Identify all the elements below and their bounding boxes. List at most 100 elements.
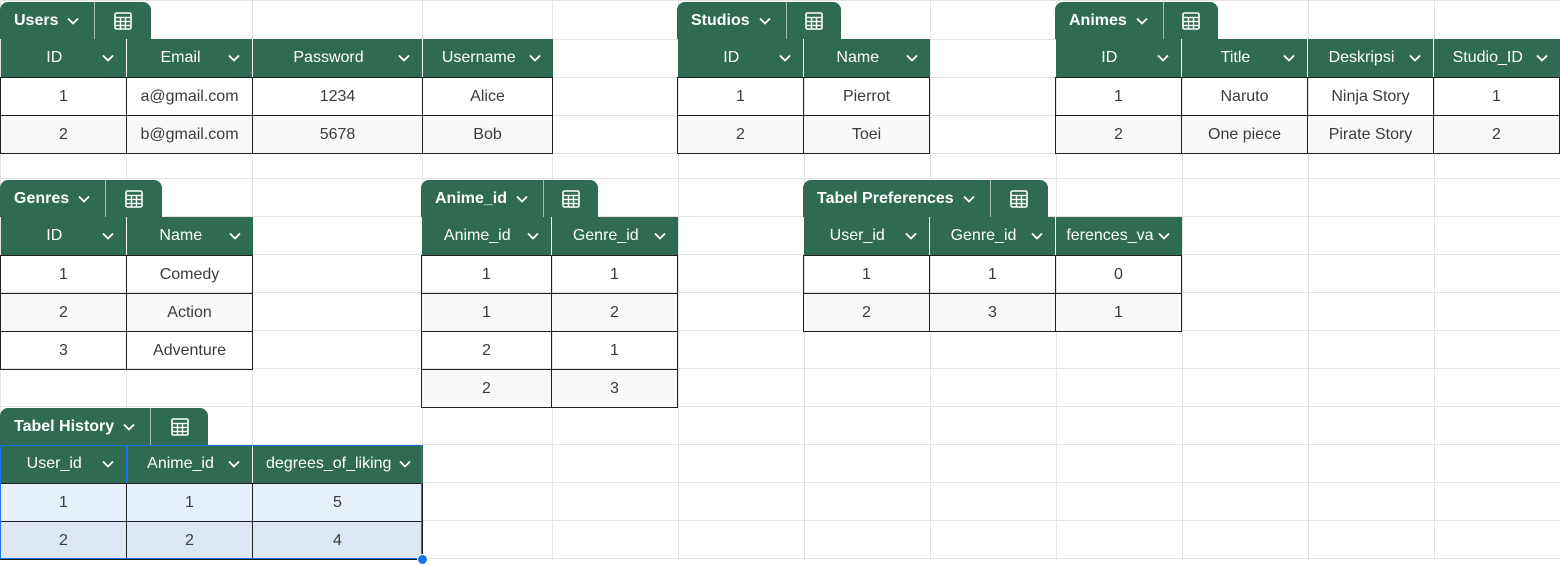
column-header[interactable]: Deskripsi — [1307, 39, 1434, 78]
table-cell[interactable]: Bob — [422, 115, 553, 154]
table-name[interactable]: Tabel History — [0, 418, 114, 436]
column-header[interactable]: Genre_id — [551, 217, 678, 256]
table-cell[interactable]: 5 — [252, 483, 423, 522]
table-cell[interactable]: 2 — [1433, 115, 1560, 154]
table-name[interactable]: Genres — [0, 190, 69, 208]
table-icon[interactable] — [151, 408, 208, 445]
chevron-down-icon[interactable] — [98, 54, 118, 62]
table-cell[interactable]: 3 — [551, 369, 678, 408]
chevron-down-icon[interactable] — [116, 408, 142, 445]
column-header[interactable]: ID — [0, 39, 127, 78]
chevron-down-icon[interactable] — [98, 232, 118, 240]
table-tab-genres[interactable]: Genres — [0, 180, 162, 217]
chevron-down-icon[interactable] — [775, 54, 795, 62]
table-cell[interactable]: Pierrot — [803, 77, 930, 116]
table-cell[interactable]: Adventure — [126, 331, 253, 370]
column-header[interactable]: Genre_id — [929, 217, 1056, 256]
column-header[interactable]: Email — [126, 39, 253, 78]
table-cell[interactable]: 1 — [0, 483, 127, 522]
table-cell[interactable]: Alice — [422, 77, 553, 116]
table-cell[interactable]: 1 — [551, 255, 678, 294]
column-header[interactable]: Anime_id — [126, 445, 253, 484]
chevron-down-icon[interactable] — [1405, 54, 1425, 62]
chevron-down-icon[interactable] — [956, 180, 982, 217]
table-cell[interactable]: 5678 — [252, 115, 423, 154]
chevron-down-icon[interactable] — [224, 54, 244, 62]
fill-handle[interactable] — [417, 554, 428, 565]
table-icon[interactable] — [991, 180, 1048, 217]
chevron-down-icon[interactable] — [1532, 54, 1552, 62]
table-icon[interactable] — [544, 180, 598, 217]
chevron-down-icon[interactable] — [225, 232, 245, 240]
table-cell[interactable]: 2 — [1055, 115, 1182, 154]
table-name[interactable]: Anime_id — [421, 190, 507, 208]
table-tab-studios[interactable]: Studios — [677, 2, 841, 39]
column-header[interactable]: eferences_va — [1055, 217, 1182, 256]
table-cell[interactable]: 2 — [126, 521, 253, 560]
table-cell[interactable]: Pirate Story — [1307, 115, 1434, 154]
table-cell[interactable]: 1 — [1433, 77, 1560, 116]
chevron-down-icon[interactable] — [1129, 2, 1155, 39]
table-tab-anime_id[interactable]: Anime_id — [421, 180, 598, 217]
column-header[interactable]: ID — [1055, 39, 1182, 78]
table-cell[interactable]: 2 — [421, 331, 552, 370]
table-cell[interactable]: 1 — [551, 331, 678, 370]
column-header[interactable]: Username — [422, 39, 553, 78]
table-tab-history[interactable]: Tabel History — [0, 408, 208, 445]
table-cell[interactable]: 1 — [126, 483, 253, 522]
column-header[interactable]: degrees_of_liking — [252, 445, 423, 484]
table-tab-users[interactable]: Users — [0, 2, 151, 39]
column-header[interactable]: User_id — [0, 445, 127, 484]
chevron-down-icon[interactable] — [1027, 232, 1047, 240]
table-cell[interactable]: 3 — [929, 293, 1056, 332]
column-header[interactable]: ID — [677, 39, 804, 78]
table-cell[interactable]: 2 — [677, 115, 804, 154]
chevron-down-icon[interactable] — [60, 2, 86, 39]
chevron-down-icon[interactable] — [394, 54, 414, 62]
table-tab-animes[interactable]: Animes — [1055, 2, 1218, 39]
table-tab-preferences[interactable]: Tabel Preferences — [803, 180, 1048, 217]
table-cell[interactable]: Ninja Story — [1307, 77, 1434, 116]
table-cell[interactable]: Toei — [803, 115, 930, 154]
table-name[interactable]: Studios — [677, 12, 750, 30]
table-cell[interactable]: 2 — [0, 293, 127, 332]
table-icon[interactable] — [787, 2, 841, 39]
table-cell[interactable]: 1 — [421, 255, 552, 294]
table-name[interactable]: Animes — [1055, 12, 1127, 30]
chevron-down-icon[interactable] — [525, 54, 545, 62]
table-cell[interactable]: 2 — [803, 293, 930, 332]
column-header[interactable]: Studio_ID — [1433, 39, 1560, 78]
chevron-down-icon[interactable] — [752, 2, 778, 39]
column-header[interactable]: Title — [1181, 39, 1308, 78]
table-icon[interactable] — [1164, 2, 1218, 39]
table-cell[interactable]: Naruto — [1181, 77, 1308, 116]
chevron-down-icon[interactable] — [523, 232, 543, 240]
chevron-down-icon[interactable] — [224, 460, 244, 468]
chevron-down-icon[interactable] — [1153, 54, 1173, 62]
table-cell[interactable]: 0 — [1055, 255, 1182, 294]
chevron-down-icon[interactable] — [98, 460, 118, 468]
table-cell[interactable]: 1 — [1055, 77, 1182, 116]
chevron-down-icon[interactable] — [1279, 54, 1299, 62]
chevron-down-icon[interactable] — [71, 180, 97, 217]
table-cell[interactable]: 1 — [677, 77, 804, 116]
table-cell[interactable]: 1 — [421, 293, 552, 332]
table-cell[interactable]: 1 — [0, 255, 127, 294]
table-cell[interactable]: One piece — [1181, 115, 1308, 154]
chevron-down-icon[interactable] — [902, 54, 922, 62]
table-cell[interactable]: Comedy — [126, 255, 253, 294]
column-header[interactable]: User_id — [803, 217, 930, 256]
table-cell[interactable]: 2 — [421, 369, 552, 408]
table-cell[interactable]: 1 — [1055, 293, 1182, 332]
table-icon[interactable] — [106, 180, 162, 217]
table-cell[interactable]: 2 — [551, 293, 678, 332]
table-cell[interactable]: 1234 — [252, 77, 423, 116]
column-header[interactable]: Password — [252, 39, 423, 78]
chevron-down-icon[interactable] — [395, 460, 415, 468]
column-header[interactable]: ID — [0, 217, 127, 256]
chevron-down-icon[interactable] — [650, 232, 670, 240]
table-cell[interactable]: 1 — [929, 255, 1056, 294]
column-header[interactable]: Name — [126, 217, 253, 256]
table-cell[interactable]: 1 — [803, 255, 930, 294]
table-cell[interactable]: a@gmail.com — [126, 77, 253, 116]
